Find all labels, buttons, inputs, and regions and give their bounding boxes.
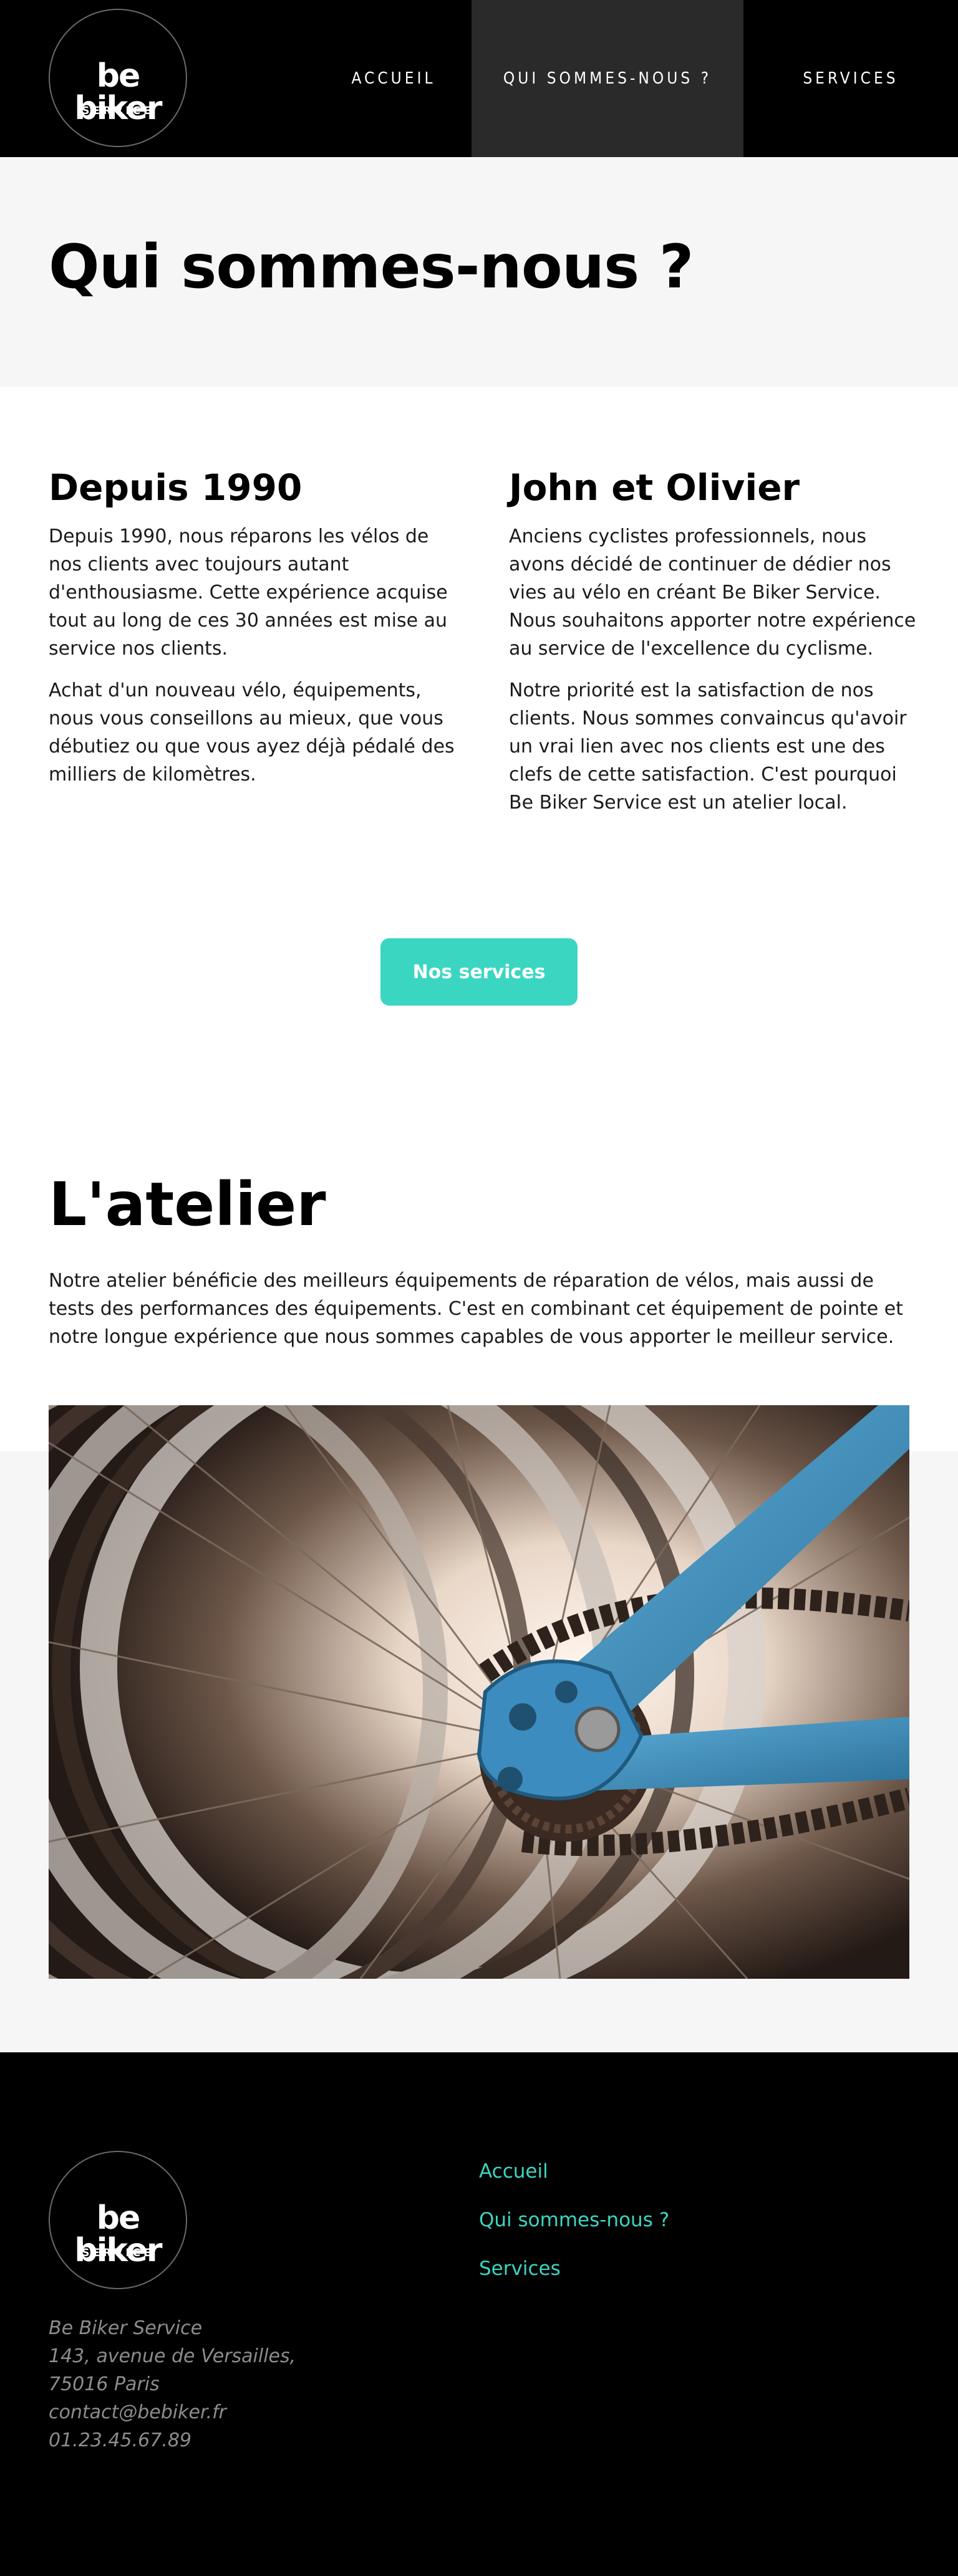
main-nav: ACCUEIL QUI SOMMES-NOUS ? SERVICES [316,0,958,157]
page-title: Qui sommes-nous ? [49,232,694,302]
column-paragraph: Notre priorité est la satisfaction de no… [509,679,907,814]
footer-link-accueil[interactable]: Accueil [479,2147,669,2196]
footer-nav: Accueil Qui sommes-nous ? Services [479,2147,669,2293]
page-title-band: Qui sommes-nous ? [0,157,958,387]
column-depuis-1990: Depuis 1990 Depuis 1990, nous réparons l… [49,466,460,802]
column-john-et-olivier: John et Olivier Anciens cyclistes profes… [509,466,921,830]
atelier-title: L'atelier [49,1170,326,1239]
column-heading: Depuis 1990 [49,466,302,509]
column-paragraph: Anciens cyclistes professionnels, nous a… [509,525,916,660]
site-footer: be biker SERVICE Be Biker Service 143, a… [0,2052,958,2576]
column-paragraph: Depuis 1990, nous réparons les vélos de … [49,525,448,660]
site-header: be biker SERVICE ACCUEIL QUI SOMMES-NOUS… [0,0,958,157]
atelier-text: Notre atelier bénéficie des meilleurs éq… [49,1270,904,1348]
footer-logo-subtitle: SERVICE [82,2247,154,2259]
address-phone[interactable]: 01.23.45.67.89 [49,2426,296,2454]
about-section: Depuis 1990 Depuis 1990, nous réparons l… [0,387,958,1022]
bicycle-wheel-photo [49,1405,909,1979]
address-city: 75016 Paris [49,2373,160,2395]
nav-item-qui-sommes-nous[interactable]: QUI SOMMES-NOUS ? [472,0,743,157]
logo[interactable]: be biker SERVICE [49,9,187,147]
nos-services-button[interactable]: Nos services [380,938,578,1006]
footer-logo[interactable]: be biker SERVICE [49,2151,187,2289]
address-email[interactable]: contact@bebiker.fr [49,2398,296,2426]
footer-link-services[interactable]: Services [479,2244,669,2293]
address-company: Be Biker Service [49,2317,203,2339]
nav-item-accueil[interactable]: ACCUEIL [316,0,472,157]
column-heading: John et Olivier [509,466,800,509]
atelier-section: L'atelier Notre atelier bénéficie des me… [0,1022,958,2052]
column-paragraph: Achat d'un nouveau vélo, équipements, no… [49,679,455,786]
footer-link-qui-sommes-nous[interactable]: Qui sommes-nous ? [479,2196,669,2244]
footer-address: Be Biker Service 143, avenue de Versaill… [49,2314,296,2454]
address-street: 143, avenue de Versailles, [49,2345,296,2367]
nav-item-services[interactable]: SERVICES [743,0,958,157]
logo-subtitle: SERVICE [82,105,154,117]
